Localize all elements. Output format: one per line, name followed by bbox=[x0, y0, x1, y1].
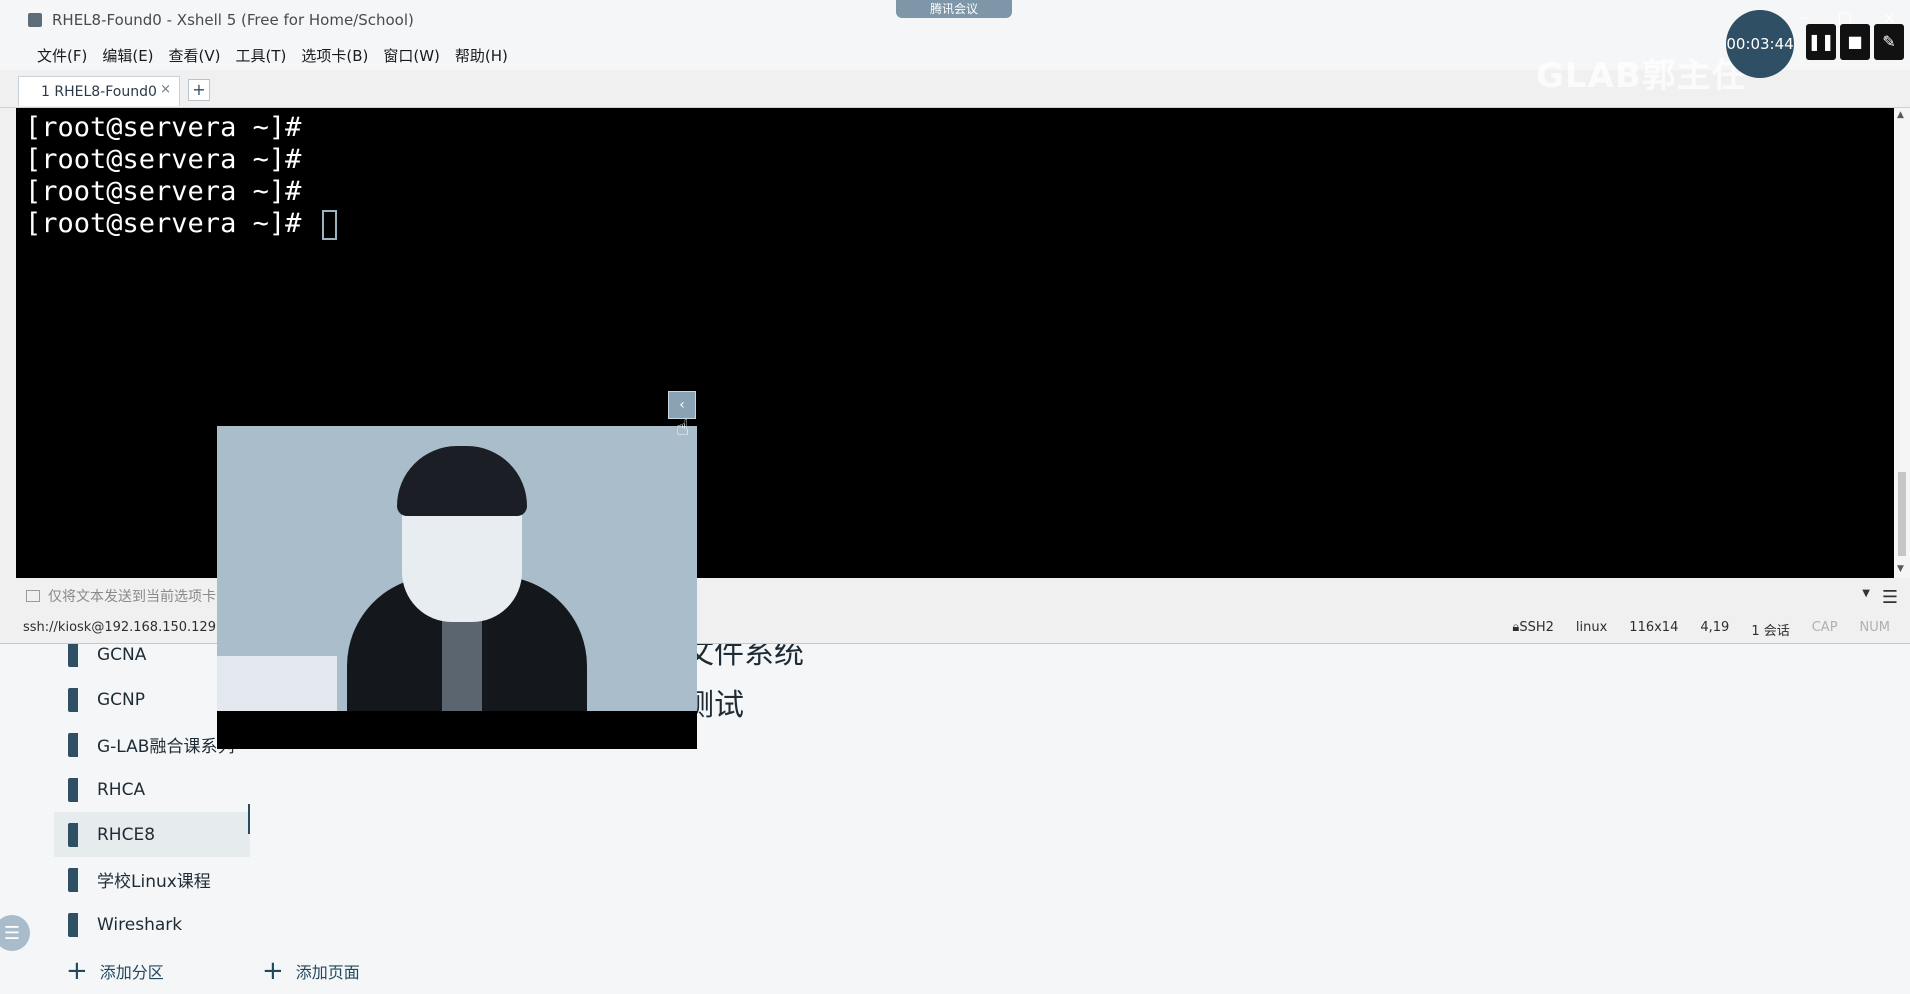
collapse-icon[interactable]: ‹ bbox=[668, 391, 696, 419]
menu-window[interactable]: 窗口(W) bbox=[383, 45, 440, 66]
status-protocol: 🔒︎SSH2 bbox=[1512, 620, 1554, 635]
page-list: 文件系统 测试 bbox=[684, 632, 804, 736]
section-item-label: GCNA bbox=[97, 644, 147, 665]
tab-rhel8-found0[interactable]: 1 RHEL8-Found0 × bbox=[18, 76, 180, 106]
window-title: RHEL8-Found0 - Xshell 5 (Free for Home/S… bbox=[52, 11, 414, 29]
status-sessions: 1 会话 bbox=[1751, 624, 1790, 639]
tab-close-icon[interactable]: × bbox=[160, 82, 171, 97]
terminal-line: [root@servera ~]# bbox=[25, 112, 302, 143]
status-num: NUM bbox=[1859, 620, 1890, 635]
section-item-rhce8[interactable]: RHCE8 bbox=[54, 804, 250, 857]
section-item-label: G-LAB融合课系列 bbox=[97, 737, 235, 757]
section-tab-icon bbox=[68, 823, 78, 847]
section-tab-icon bbox=[68, 733, 78, 757]
video-background bbox=[217, 656, 337, 711]
meeting-timer[interactable]: 00:03:44 bbox=[1726, 10, 1794, 78]
status-cursor: 4,19 bbox=[1700, 620, 1730, 635]
section-tab-icon bbox=[68, 868, 78, 892]
meeting-badge[interactable]: 腾讯会议 bbox=[896, 0, 1012, 18]
chevron-down-icon[interactable]: ▼ bbox=[1862, 588, 1870, 599]
section-item-label: RHCA bbox=[97, 779, 146, 800]
pen-icon[interactable]: ✎ bbox=[1874, 24, 1904, 60]
section-item-rhca[interactable]: RHCA bbox=[54, 767, 250, 812]
brand-watermark: GLAB郭主任 bbox=[1536, 56, 1747, 96]
section-item-school-linux[interactable]: 学校Linux课程 bbox=[54, 857, 250, 902]
status-size: 116x14 bbox=[1629, 620, 1679, 635]
menu-tools[interactable]: 工具(T) bbox=[236, 45, 287, 66]
video-person-hair bbox=[397, 446, 527, 516]
tab-add-icon[interactable]: + bbox=[188, 79, 210, 101]
section-tab-icon bbox=[68, 643, 78, 667]
video-bottom-bar bbox=[217, 711, 697, 749]
scrollbar-thumb[interactable] bbox=[1898, 472, 1906, 556]
section-tab-icon bbox=[68, 688, 78, 712]
terminal-cursor bbox=[321, 209, 337, 240]
tab-label: 1 RHEL8-Found0 bbox=[41, 83, 157, 100]
add-section-button[interactable]: + 添加分区 bbox=[66, 956, 164, 986]
terminal-prompt: [root@servera ~]# bbox=[25, 208, 318, 239]
xshell-app-icon bbox=[28, 13, 42, 27]
status-term: linux bbox=[1575, 620, 1608, 635]
section-item-wireshark[interactable]: Wireshark bbox=[54, 902, 250, 947]
scroll-down-icon[interactable]: ▼ bbox=[1897, 564, 1907, 574]
terminal-line: [root@servera ~]# bbox=[25, 144, 302, 175]
section-item-label: 学校Linux课程 bbox=[97, 872, 211, 892]
section-tab-icon bbox=[68, 913, 78, 937]
connection-string: ssh://kiosk@192.168.150.129:22 bbox=[23, 620, 237, 635]
menu-edit[interactable]: 编辑(E) bbox=[102, 45, 153, 66]
webcam-video[interactable] bbox=[217, 426, 697, 749]
meeting-overlay: GLAB郭主任 00:03:44 ❚❚ ■ ✎ bbox=[1530, 10, 1910, 96]
terminal-scrollbar[interactable]: ▲ ▼ bbox=[1894, 108, 1910, 578]
add-page-button[interactable]: + 添加页面 bbox=[262, 956, 360, 986]
add-page-label: 添加页面 bbox=[295, 963, 360, 982]
add-section-label: 添加分区 bbox=[99, 963, 164, 982]
cursor-pointer-icon: ☝ bbox=[676, 416, 690, 441]
plus-icon: + bbox=[66, 956, 88, 986]
menu-view[interactable]: 查看(V) bbox=[169, 45, 221, 66]
compose-placeholder: 仅将文本发送到当前选项卡 bbox=[48, 589, 216, 605]
compose-icon bbox=[26, 590, 40, 602]
menu-help[interactable]: 帮助(H) bbox=[455, 45, 508, 66]
terminal-line: [root@servera ~]# bbox=[25, 208, 1894, 240]
section-item-label: Wireshark bbox=[97, 914, 183, 935]
screen: GCNA GCNP G-LAB融合课系列 RHCA RHCE8 学校Linux课… bbox=[0, 0, 1910, 994]
nav-icon[interactable]: ☰ bbox=[0, 915, 30, 951]
status-cap: CAP bbox=[1811, 620, 1838, 635]
menu-icon[interactable]: ☰ bbox=[1882, 587, 1898, 608]
section-item-label: RHCE8 bbox=[97, 824, 156, 845]
scroll-up-icon[interactable]: ▲ bbox=[1897, 110, 1907, 120]
terminal-line: [root@servera ~]# bbox=[25, 176, 302, 207]
plus-icon: + bbox=[262, 956, 284, 986]
stop-icon[interactable]: ■ bbox=[1840, 24, 1870, 60]
status-right: 🔒︎SSH2 linux 116x14 4,19 1 会话 CAP NUM bbox=[1512, 620, 1890, 639]
pause-icon[interactable]: ❚❚ bbox=[1806, 24, 1836, 60]
menu-file[interactable]: 文件(F) bbox=[37, 45, 87, 66]
section-item-label: GCNP bbox=[97, 689, 146, 710]
section-tab-icon bbox=[68, 778, 78, 802]
menu-tabs[interactable]: 选项卡(B) bbox=[301, 45, 368, 66]
page-item[interactable]: 测试 bbox=[684, 684, 804, 736]
